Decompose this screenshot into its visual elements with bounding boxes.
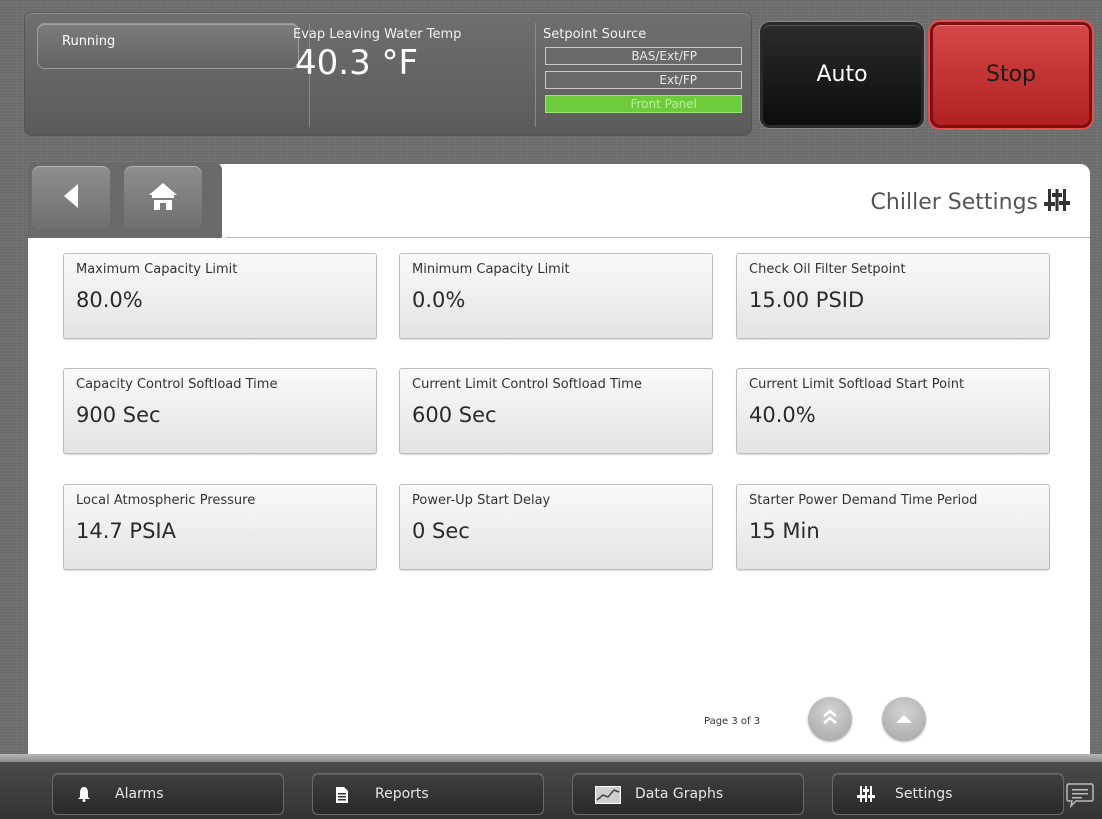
settings-button[interactable]: Settings: [832, 773, 1064, 815]
setting-card-oil-filter[interactable]: Check Oil Filter Setpoint 15.00 PSID: [736, 253, 1050, 339]
data-graphs-button[interactable]: Data Graphs: [572, 773, 804, 815]
setting-label: Starter Power Demand Time Period: [749, 493, 978, 508]
setting-label: Minimum Capacity Limit: [412, 262, 570, 277]
footer-separator: [0, 754, 1102, 762]
setting-label: Current Limit Control Softload Time: [412, 377, 642, 392]
evap-temp-label: Evap Leaving Water Temp: [293, 27, 462, 42]
setting-label: Current Limit Softload Start Point: [749, 377, 965, 392]
page-top-button[interactable]: [808, 697, 852, 741]
stop-button[interactable]: Stop: [930, 22, 1092, 128]
page-indicator: Page 3 of 3: [704, 716, 761, 727]
sliders-icon: [857, 786, 875, 806]
reports-label: Reports: [375, 786, 429, 802]
setting-card-min-capacity[interactable]: Minimum Capacity Limit 0.0%: [399, 253, 713, 339]
setting-card-atmospheric-pressure[interactable]: Local Atmospheric Pressure 14.7 PSIA: [63, 484, 377, 570]
chevron-up-icon: [895, 710, 913, 729]
operating-mode-display[interactable]: Running: [37, 23, 299, 69]
setting-card-current-limit-softload[interactable]: Current Limit Control Softload Time 600 …: [399, 368, 713, 454]
page-up-button[interactable]: [882, 697, 926, 741]
setting-card-power-demand-period[interactable]: Starter Power Demand Time Period 15 Min: [736, 484, 1050, 570]
bell-icon: [77, 786, 91, 806]
setting-value: 0.0%: [412, 288, 466, 312]
setting-value: 80.0%: [76, 288, 143, 312]
setting-label: Local Atmospheric Pressure: [76, 493, 256, 508]
alarms-label: Alarms: [115, 786, 164, 802]
setpoint-option-front-panel[interactable]: Front Panel: [545, 95, 742, 113]
setting-label: Power-Up Start Delay: [412, 493, 551, 508]
auto-button[interactable]: Auto: [760, 22, 924, 128]
setting-card-softload-start-point[interactable]: Current Limit Softload Start Point 40.0%: [736, 368, 1050, 454]
setting-value: 40.0%: [749, 403, 816, 427]
setting-card-capacity-softload[interactable]: Capacity Control Softload Time 900 Sec: [63, 368, 377, 454]
evap-temp-value: 40.3 °F: [295, 43, 419, 83]
setpoint-option-bas[interactable]: BAS/Ext/FP: [545, 47, 742, 65]
setpoint-option-ext[interactable]: Ext/FP: [545, 71, 742, 89]
chat-bubble-icon[interactable]: [1066, 782, 1094, 812]
operating-mode-text: Running: [62, 34, 116, 49]
setting-label: Check Oil Filter Setpoint: [749, 262, 906, 277]
chart-icon: [595, 786, 621, 808]
alarms-button[interactable]: Alarms: [52, 773, 284, 815]
back-button[interactable]: [32, 166, 110, 230]
setting-card-start-delay[interactable]: Power-Up Start Delay 0 Sec: [399, 484, 713, 570]
status-panel: Running Evap Leaving Water Temp 40.3 °F …: [24, 12, 752, 136]
double-chevron-up-icon: [821, 708, 839, 730]
setpoint-source-label: Setpoint Source: [543, 27, 647, 42]
title-bar: Chiller Settings: [226, 164, 1090, 238]
settings-label: Settings: [895, 786, 953, 802]
page-title: Chiller Settings: [870, 190, 1038, 215]
home-button[interactable]: [124, 166, 202, 230]
setting-value: 14.7 PSIA: [76, 519, 176, 543]
setting-label: Capacity Control Softload Time: [76, 377, 278, 392]
setting-value: 15 Min: [749, 519, 820, 543]
back-arrow-icon: [62, 183, 80, 213]
setting-value: 0 Sec: [412, 519, 470, 543]
setting-card-max-capacity[interactable]: Maximum Capacity Limit 80.0%: [63, 253, 377, 339]
reports-button[interactable]: Reports: [312, 773, 544, 815]
data-graphs-label: Data Graphs: [635, 786, 724, 802]
setting-label: Maximum Capacity Limit: [76, 262, 238, 277]
setting-value: 900 Sec: [76, 403, 161, 427]
divider: [535, 23, 536, 127]
home-icon: [147, 181, 179, 215]
sliders-icon: [1044, 188, 1070, 216]
setting-value: 15.00 PSID: [749, 288, 865, 312]
setting-value: 600 Sec: [412, 403, 497, 427]
document-icon: [335, 786, 349, 808]
